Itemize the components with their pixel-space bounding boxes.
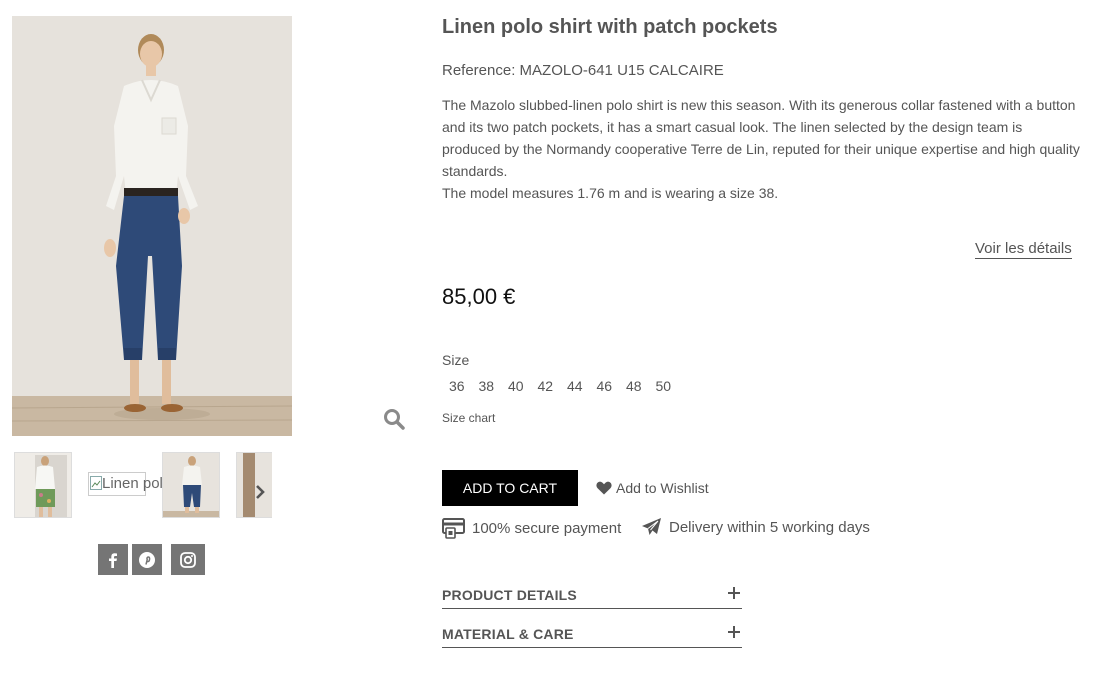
size-option-42[interactable]: 42	[531, 377, 561, 395]
facebook-icon	[109, 552, 117, 568]
product-reference: Reference: MAZOLO-641 U15 CALCAIRE	[442, 62, 724, 79]
size-selector: 36 38 40 42 44 46 48 50	[442, 377, 678, 395]
accordion-title: MATERIAL & CARE	[442, 626, 574, 642]
credit-card-icon	[442, 518, 465, 539]
reassurance-delivery: Delivery within 5 working days	[641, 517, 870, 537]
thumbnail-2[interactable]: Linen polo shirt with patch pockets	[88, 472, 166, 496]
pinterest-button[interactable]	[132, 544, 162, 575]
view-details-link[interactable]: Voir les détails	[975, 240, 1072, 259]
instagram-icon	[180, 551, 196, 568]
size-label: Size	[442, 352, 470, 368]
product-price: 85,00 €	[442, 284, 516, 309]
facebook-button[interactable]	[98, 544, 128, 575]
chevron-right-icon[interactable]	[254, 482, 268, 502]
reassurance-text: Delivery within 5 working days	[669, 518, 870, 536]
size-option-46[interactable]: 46	[590, 377, 620, 395]
reassurance-text: 100% secure payment	[472, 519, 622, 537]
size-option-44[interactable]: 44	[560, 377, 590, 395]
thumbnail-strip: Linen polo shirt with patch pockets	[14, 452, 272, 518]
paper-plane-icon	[642, 518, 661, 535]
product-description: The Mazolo slubbed-linen polo shirt is n…	[442, 94, 1082, 204]
magnifier-icon[interactable]	[382, 407, 406, 431]
size-option-38[interactable]: 38	[472, 377, 502, 395]
size-option-36[interactable]: 36	[442, 377, 472, 395]
size-option-50[interactable]: 50	[649, 377, 679, 395]
accordion-material-care[interactable]: MATERIAL & CARE	[442, 624, 742, 648]
accordion-product-details[interactable]: PRODUCT DETAILS	[442, 585, 742, 609]
heart-icon	[596, 481, 612, 495]
pinterest-icon	[139, 551, 155, 568]
instagram-button[interactable]	[171, 544, 205, 575]
size-option-40[interactable]: 40	[501, 377, 531, 395]
main-product-image[interactable]	[12, 16, 292, 436]
product-title: Linen polo shirt with patch pockets	[442, 16, 778, 38]
add-to-cart-button[interactable]: ADD TO CART	[442, 470, 578, 506]
add-to-wishlist-button[interactable]: Add to Wishlist	[596, 480, 709, 496]
accordion-title: PRODUCT DETAILS	[442, 587, 577, 603]
broken-image-icon	[90, 476, 102, 490]
size-option-48[interactable]: 48	[619, 377, 649, 395]
plus-icon	[728, 626, 740, 638]
size-chart-link[interactable]: Size chart	[442, 411, 495, 425]
model-photo-icon	[12, 16, 292, 436]
description-paragraph: The model measures 1.76 m and is wearing…	[442, 185, 779, 201]
wishlist-label: Add to Wishlist	[616, 480, 709, 496]
broken-image-alt-text: Linen polo shirt with patch pockets	[102, 475, 166, 492]
thumb-photo-model-front-icon	[163, 453, 219, 517]
thumbnail-1[interactable]	[14, 452, 72, 518]
thumb-photo-print-shorts-icon	[15, 453, 71, 517]
thumbnail-3[interactable]	[162, 452, 220, 518]
description-paragraph: The Mazolo slubbed-linen polo shirt is n…	[442, 97, 1080, 179]
reassurance-secure-payment: 100% secure payment	[442, 517, 621, 539]
plus-icon	[728, 587, 740, 599]
